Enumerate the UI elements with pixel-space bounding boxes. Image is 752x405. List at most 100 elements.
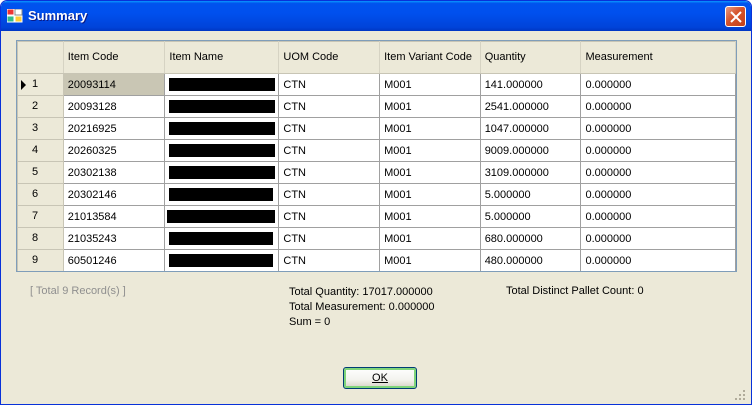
cell-item-name[interactable] (164, 205, 280, 228)
cell-item-name[interactable] (164, 161, 280, 184)
row-number: 4 (32, 144, 39, 156)
cell-measurement[interactable]: 0.000000 (580, 227, 736, 250)
column-header-measurement[interactable]: Measurement (580, 41, 736, 74)
record-count-label: [ Total 9 Record(s) ] (30, 285, 126, 297)
cell-uom-code[interactable]: CTN (278, 117, 381, 140)
cell-uom-code[interactable]: CTN (278, 249, 381, 271)
column-header-item-variant-code[interactable]: Item Variant Code (379, 41, 481, 74)
cell-quantity[interactable]: 3109.000000 (479, 161, 582, 184)
row-header[interactable]: 4 (17, 139, 64, 162)
redaction-bar (169, 188, 274, 201)
cell-item-variant[interactable]: M001 (379, 117, 481, 140)
current-row-icon (21, 80, 26, 90)
totals-group: Total Quantity: 17017.000000 Total Measu… (289, 285, 435, 330)
row-header[interactable]: 5 (17, 161, 64, 184)
cell-measurement[interactable]: 0.000000 (580, 249, 736, 271)
column-header-quantity[interactable]: Quantity (479, 41, 582, 74)
table-row[interactable]: 6 20302146 CTN M001 5.000000 0.000000 (17, 183, 736, 206)
title-bar[interactable]: Summary (1, 1, 751, 31)
cell-item-code[interactable]: 20260325 (62, 139, 166, 162)
cell-item-code[interactable]: 21035243 (62, 227, 166, 250)
redaction-bar (169, 100, 276, 113)
column-header-item-code[interactable]: Item Code (62, 41, 166, 74)
cell-quantity[interactable]: 1047.000000 (479, 117, 582, 140)
total-measurement-label: Total Measurement: 0.000000 (289, 301, 435, 313)
corner-header (17, 41, 64, 74)
row-header[interactable]: 3 (17, 117, 64, 140)
cell-measurement[interactable]: 0.000000 (580, 95, 736, 118)
cell-item-code[interactable]: 20093128 (62, 95, 166, 118)
cell-item-code[interactable]: 20302146 (62, 183, 166, 206)
cell-item-name[interactable] (164, 117, 280, 140)
cell-quantity[interactable]: 680.000000 (479, 227, 582, 250)
cell-quantity[interactable]: 2541.000000 (479, 95, 582, 118)
header-row: Item Code Item Name UOM Code Item Varian… (17, 41, 736, 74)
cell-item-code[interactable]: 20093114 (62, 73, 166, 96)
cell-item-code[interactable]: 60501246 (62, 249, 166, 271)
redaction-bar (169, 254, 274, 267)
table-row[interactable]: 2 20093128 CTN M001 2541.000000 0.000000 (17, 95, 736, 118)
close-button[interactable] (725, 6, 746, 27)
cell-measurement[interactable]: 0.000000 (580, 183, 736, 206)
cell-item-variant[interactable]: M001 (379, 73, 481, 96)
table-row[interactable]: 9 60501246 CTN M001 480.000000 0.000000 (17, 249, 736, 271)
cell-uom-code[interactable]: CTN (278, 161, 381, 184)
redaction-bar (167, 210, 276, 223)
cell-measurement[interactable]: 0.000000 (580, 117, 736, 140)
row-number: 9 (32, 254, 39, 266)
row-header[interactable]: 9 (17, 249, 64, 271)
cell-measurement[interactable]: 0.000000 (580, 205, 736, 228)
cell-measurement[interactable]: 0.000000 (580, 73, 736, 96)
cell-uom-code[interactable]: CTN (278, 95, 381, 118)
row-header[interactable]: 8 (17, 227, 64, 250)
cell-item-name[interactable] (164, 95, 280, 118)
cell-item-name[interactable] (164, 183, 280, 206)
cell-quantity[interactable]: 9009.000000 (479, 139, 582, 162)
cell-item-name[interactable] (164, 227, 280, 250)
summary-table: Item Code Item Name UOM Code Item Varian… (17, 41, 736, 271)
summary-grid[interactable]: Item Code Item Name UOM Code Item Varian… (16, 40, 737, 272)
redaction-bar (169, 144, 276, 157)
cell-item-variant[interactable]: M001 (379, 95, 481, 118)
cell-quantity[interactable]: 5.000000 (479, 205, 582, 228)
close-icon (730, 11, 742, 23)
cell-item-variant[interactable]: M001 (379, 161, 481, 184)
table-row[interactable]: 3 20216925 CTN M001 1047.000000 0.000000 (17, 117, 736, 140)
row-header[interactable]: 6 (17, 183, 64, 206)
resize-grip-icon[interactable] (734, 389, 746, 401)
cell-measurement[interactable]: 0.000000 (580, 139, 736, 162)
cell-uom-code[interactable]: CTN (278, 183, 381, 206)
column-header-uom-code[interactable]: UOM Code (278, 41, 381, 74)
row-header[interactable]: 2 (17, 95, 64, 118)
table-row[interactable]: 8 21035243 CTN M001 680.000000 0.000000 (17, 227, 736, 250)
row-number: 8 (32, 232, 39, 244)
cell-item-code[interactable]: 21013584 (62, 205, 166, 228)
cell-quantity[interactable]: 141.000000 (479, 73, 582, 96)
cell-item-variant[interactable]: M001 (379, 205, 481, 228)
cell-item-variant[interactable]: M001 (379, 227, 481, 250)
cell-item-variant[interactable]: M001 (379, 183, 481, 206)
table-row[interactable]: 7 21013584 CTN M001 5.000000 0.000000 (17, 205, 736, 228)
cell-quantity[interactable]: 480.000000 (479, 249, 582, 271)
column-header-item-name[interactable]: Item Name (164, 41, 280, 74)
cell-item-code[interactable]: 20216925 (62, 117, 166, 140)
table-row[interactable]: 5 20302138 CTN M001 3109.000000 0.000000 (17, 161, 736, 184)
cell-uom-code[interactable]: CTN (278, 227, 381, 250)
ok-button[interactable]: OK (343, 367, 417, 389)
row-header[interactable]: 7 (17, 205, 64, 228)
cell-item-code[interactable]: 20302138 (62, 161, 166, 184)
table-row[interactable]: 1 20093114 CTN M001 141.000000 0.000000 (17, 73, 736, 96)
cell-item-variant[interactable]: M001 (379, 249, 481, 271)
row-number: 3 (32, 122, 39, 134)
cell-item-name[interactable] (164, 139, 280, 162)
cell-quantity[interactable]: 5.000000 (479, 183, 582, 206)
cell-measurement[interactable]: 0.000000 (580, 161, 736, 184)
cell-uom-code[interactable]: CTN (278, 139, 381, 162)
cell-uom-code[interactable]: CTN (278, 73, 381, 96)
table-row[interactable]: 4 20260325 CTN M001 9009.000000 0.000000 (17, 139, 736, 162)
cell-item-name[interactable] (164, 73, 280, 96)
row-header[interactable]: 1 (17, 73, 64, 96)
cell-item-name[interactable] (164, 249, 280, 271)
cell-uom-code[interactable]: CTN (278, 205, 381, 228)
cell-item-variant[interactable]: M001 (379, 139, 481, 162)
